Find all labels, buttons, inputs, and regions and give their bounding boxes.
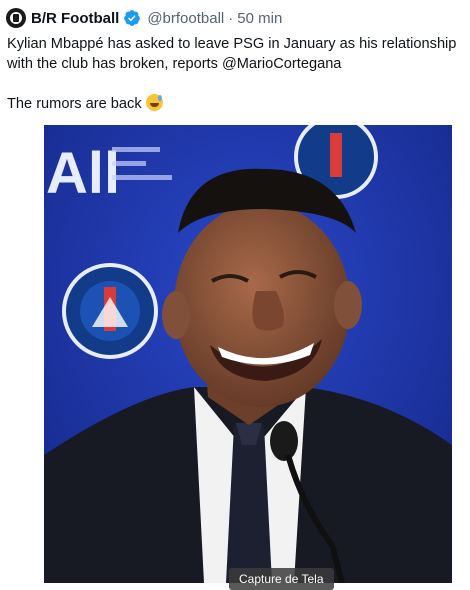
tweet-header: B/R Football @brfootball · 50 min [6,7,282,29]
timestamp[interactable]: 50 min [237,10,282,27]
author-handle[interactable]: @brfootball [147,10,224,27]
backdrop-text: All [46,141,120,206]
photo-illustration: All [44,125,452,583]
tweet-text: Kylian Mbappé has asked to leave PSG in … [7,34,467,114]
verified-badge-icon [124,10,141,26]
avatar[interactable] [6,8,26,28]
tweet-text-line-2: The rumors are back [7,94,467,114]
psg-crest-icon [62,263,158,359]
separator-dot: · [228,9,234,27]
tooltip: Capture de Tela [229,568,334,590]
author-name[interactable]: B/R Football [31,10,119,27]
tweet-photo[interactable]: All [44,125,452,583]
grinning-sweat-emoji-icon [145,94,163,111]
tweet-text-line: Kylian Mbappé has asked to leave PSG in … [7,36,457,72]
tweet-text-second: The rumors are back [7,96,142,112]
